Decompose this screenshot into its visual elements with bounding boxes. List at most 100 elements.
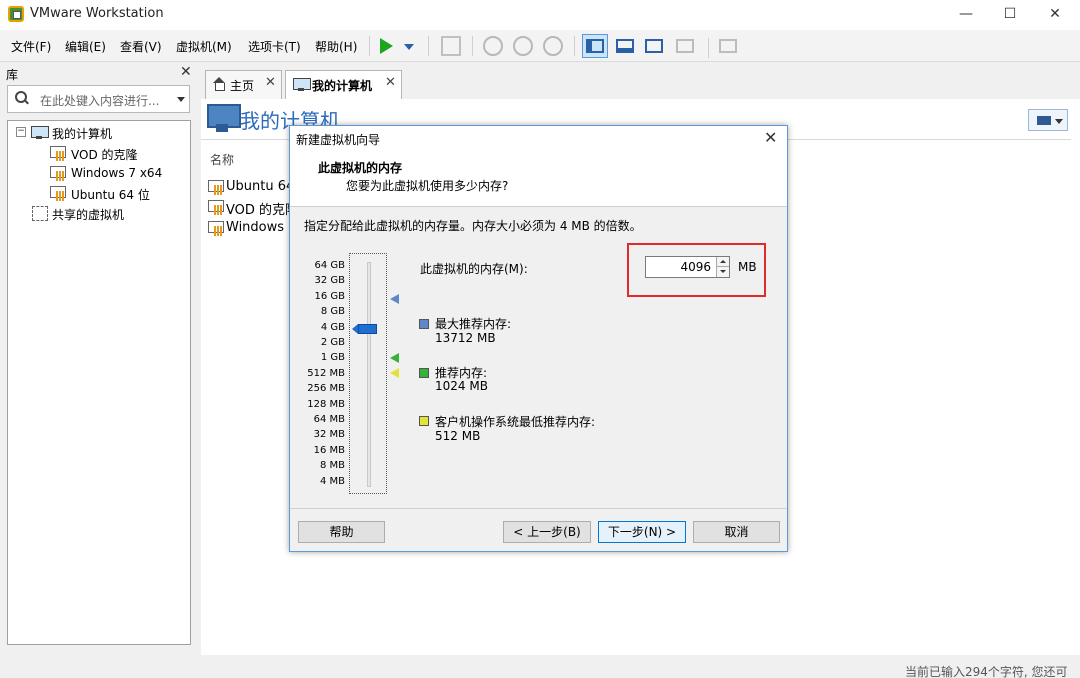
menu-tabs[interactable]: 选项卡(T) <box>248 38 301 55</box>
tree-item-ubuntu[interactable]: Ubuntu 64 位 <box>71 186 150 203</box>
divider <box>290 508 787 509</box>
close-tab-icon[interactable]: ✕ <box>385 75 396 90</box>
legend-guest-min-title: 客户机操作系统最低推荐内存: <box>435 415 596 429</box>
unity-icon[interactable] <box>676 39 694 53</box>
thumbnail-view-icon[interactable] <box>616 39 634 53</box>
collapse-icon[interactable]: − <box>16 127 26 137</box>
status-bar: 当前已输入294个字符, 您还可 <box>0 655 1080 678</box>
vm-icon <box>50 166 66 181</box>
show-library-button[interactable] <box>582 34 608 58</box>
tab-my-computer[interactable]: 我的计算机 ✕ <box>285 70 402 99</box>
chevron-down-icon[interactable] <box>404 44 414 50</box>
library-search-box[interactable]: 在此处键入内容进行... <box>7 85 190 113</box>
tree-item-vod-clone[interactable]: VOD 的克隆 <box>71 146 138 163</box>
snapshot-icon[interactable] <box>483 36 503 56</box>
window-title: VMware Workstation <box>30 6 164 21</box>
cancel-button[interactable]: 取消 <box>693 521 780 543</box>
list-item[interactable]: Windows 7 <box>226 220 296 235</box>
scale-label: 4 GB <box>320 321 345 333</box>
scale-label: 8 MB <box>319 460 345 472</box>
send-ctrl-alt-del-icon[interactable] <box>441 36 461 56</box>
vm-icon <box>50 146 66 161</box>
close-tab-icon[interactable]: ✕ <box>265 75 276 90</box>
scale-label: 8 GB <box>320 306 345 318</box>
list-item[interactable]: VOD 的克隆 <box>226 199 298 218</box>
menu-vm[interactable]: 虚拟机(M) <box>176 38 232 55</box>
menu-help[interactable]: 帮助(H) <box>315 38 357 55</box>
legend-max-title: 最大推荐内存: <box>435 317 512 331</box>
status-text: 当前已输入294个字符, 您还可 <box>905 665 1068 678</box>
library-title: 库 <box>6 68 19 82</box>
toolbar-separator <box>574 36 575 56</box>
vm-icon <box>208 180 224 195</box>
library-view-icon <box>586 39 604 53</box>
chevron-down-icon[interactable] <box>177 97 185 102</box>
back-button[interactable]: < 上一步(B) <box>503 521 591 543</box>
vmware-logo-icon <box>8 6 24 22</box>
scale-label: 128 MB <box>307 398 345 410</box>
toolbar-separator <box>428 36 429 56</box>
toolbar-separator <box>472 36 473 56</box>
highlight-annotation <box>627 243 766 297</box>
legend-guest-min-value: 512 MB <box>435 429 481 443</box>
play-icon[interactable] <box>380 38 393 54</box>
help-button[interactable]: 帮助 <box>298 521 385 543</box>
next-button[interactable]: 下一步(N) > <box>598 521 686 543</box>
computer-icon <box>31 126 49 139</box>
dialog-title: 新建虚拟机向导 <box>296 133 381 147</box>
chevron-down-icon <box>1055 119 1063 124</box>
search-icon <box>15 91 29 105</box>
legend-max-value: 13712 MB <box>435 331 496 345</box>
scale-label: 1 GB <box>320 352 345 364</box>
step-title: 此虚拟机的内存 <box>318 161 403 175</box>
tree-item-my-computer[interactable]: 我的计算机 <box>52 125 112 142</box>
max-recommended-marker-icon <box>390 294 399 304</box>
view-mode-dropdown[interactable] <box>1028 109 1068 131</box>
list-item[interactable]: Ubuntu 64 <box>226 179 294 194</box>
minimize-button[interactable]: — <box>954 4 978 24</box>
scale-label: 256 MB <box>307 383 345 395</box>
scale-label: 512 MB <box>307 367 345 379</box>
menu-edit[interactable]: 编辑(E) <box>65 38 106 55</box>
shared-vm-icon <box>32 206 48 221</box>
step-subtitle: 您要为此虚拟机使用多少内存? <box>346 179 509 193</box>
console-view-icon[interactable] <box>719 39 737 53</box>
instruction-text: 指定分配给此虚拟机的内存量。内存大小必须为 4 MB 的倍数。 <box>304 219 642 233</box>
menu-file[interactable]: 文件(F) <box>11 38 51 55</box>
search-input[interactable]: 在此处键入内容进行... <box>40 92 159 109</box>
slider-thumb[interactable] <box>352 324 377 334</box>
scale-label: 64 GB <box>314 260 345 271</box>
memory-slider[interactable] <box>349 253 387 494</box>
display-icon <box>1037 116 1051 125</box>
close-window-button[interactable]: ✕ <box>1043 4 1067 24</box>
dialog-header: 此虚拟机的内存 您要为此虚拟机使用多少内存? <box>290 150 787 207</box>
toolbar-separator <box>369 36 370 56</box>
close-library-icon[interactable]: ✕ <box>180 64 192 80</box>
revert-snapshot-icon[interactable] <box>513 36 533 56</box>
menu-view[interactable]: 查看(V) <box>120 38 162 55</box>
maximize-button[interactable]: ☐ <box>998 4 1022 24</box>
toolbar-separator <box>708 38 709 58</box>
snapshot-manager-icon[interactable] <box>543 36 563 56</box>
tree-item-windows7[interactable]: Windows 7 x64 <box>71 166 162 180</box>
legend-recommended-value: 1024 MB <box>435 379 488 393</box>
scale-label: 32 MB <box>313 429 345 441</box>
tab-home-label: 主页 <box>230 79 255 93</box>
vm-icon <box>208 221 224 236</box>
window-titlebar: VMware Workstation — ☐ ✕ <box>0 0 1080 30</box>
guest-min-marker-icon <box>390 368 399 378</box>
tree-item-shared-vms[interactable]: 共享的虚拟机 <box>52 206 124 223</box>
guest-min-legend-icon <box>419 416 429 426</box>
vm-icon <box>208 200 224 215</box>
column-header-name[interactable]: 名称 <box>210 151 234 168</box>
vm-icon <box>50 186 66 201</box>
slider-track[interactable] <box>367 262 371 487</box>
home-icon <box>212 77 226 91</box>
close-dialog-icon[interactable]: ✕ <box>764 128 777 147</box>
tab-home[interactable]: 主页 ✕ <box>205 70 282 99</box>
menu-toolbar: 文件(F) 编辑(E) 查看(V) 虚拟机(M) 选项卡(T) 帮助(H) <box>0 30 1080 62</box>
dialog-titlebar: 新建虚拟机向导 ✕ <box>290 126 787 150</box>
recommended-marker-icon <box>390 353 399 363</box>
scale-label: 2 GB <box>320 337 345 348</box>
full-screen-icon[interactable] <box>645 39 663 53</box>
